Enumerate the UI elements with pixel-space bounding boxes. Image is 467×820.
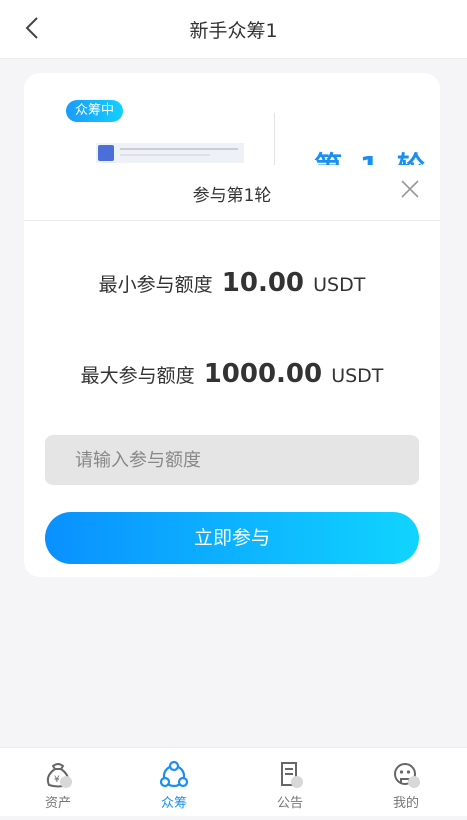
max-amount-value: 1000.00 [203,359,323,389]
join-now-button[interactable]: 立即参与 [45,512,419,564]
close-button[interactable] [396,175,424,203]
card-background: 众筹中 第 1 轮 [24,73,440,165]
tab-profile[interactable]: 我的 [348,748,464,816]
tab-announcements-label: 公告 [276,796,303,811]
min-amount-value: 10.00 [221,268,305,298]
modal-header: 参与第1轮 [24,165,440,221]
max-amount-row: 最大参与额度 1000.00 USDT [24,359,440,389]
profile-icon [394,763,420,788]
modal-title: 参与第1轮 [192,186,272,206]
min-amount-unit: USDT [313,274,366,296]
max-amount-label: 最大参与额度 [80,365,195,387]
tab-profile-label: 我的 [392,796,419,811]
svg-text:¥: ¥ [54,775,60,785]
tab-announcements[interactable]: 公告 [232,748,348,816]
tab-assets[interactable]: ¥ 资产 [0,748,116,816]
status-badge: 众筹中 [66,100,124,122]
close-icon [401,180,419,198]
tab-crowdfunding-label: 众筹 [160,796,187,811]
min-amount-label: 最小参与额度 [98,274,213,296]
divider [274,113,275,165]
notice-icon [281,762,303,788]
crowdfund-card: 众筹中 第 1 轮 参与第1轮 最小参与额度 10.00 USDT 最大参与额度… [24,73,440,577]
page-title: 新手众筹1 [189,20,278,42]
max-amount-unit: USDT [331,365,384,387]
top-bar: 新手众筹1 [0,0,467,59]
crowdfund-icon [159,760,189,788]
tab-assets-label: 资产 [44,796,71,811]
min-amount-row: 最小参与额度 10.00 USDT [24,268,440,298]
amount-input[interactable] [45,435,419,485]
bottom-tab-bar: ¥ 资产 众筹 公告 我的 [0,747,467,816]
tab-crowdfunding[interactable]: 众筹 [116,748,232,816]
project-thumbnail [96,143,244,163]
money-bag-icon: ¥ [46,763,72,788]
round-label: 第 1 轮 [314,145,429,165]
